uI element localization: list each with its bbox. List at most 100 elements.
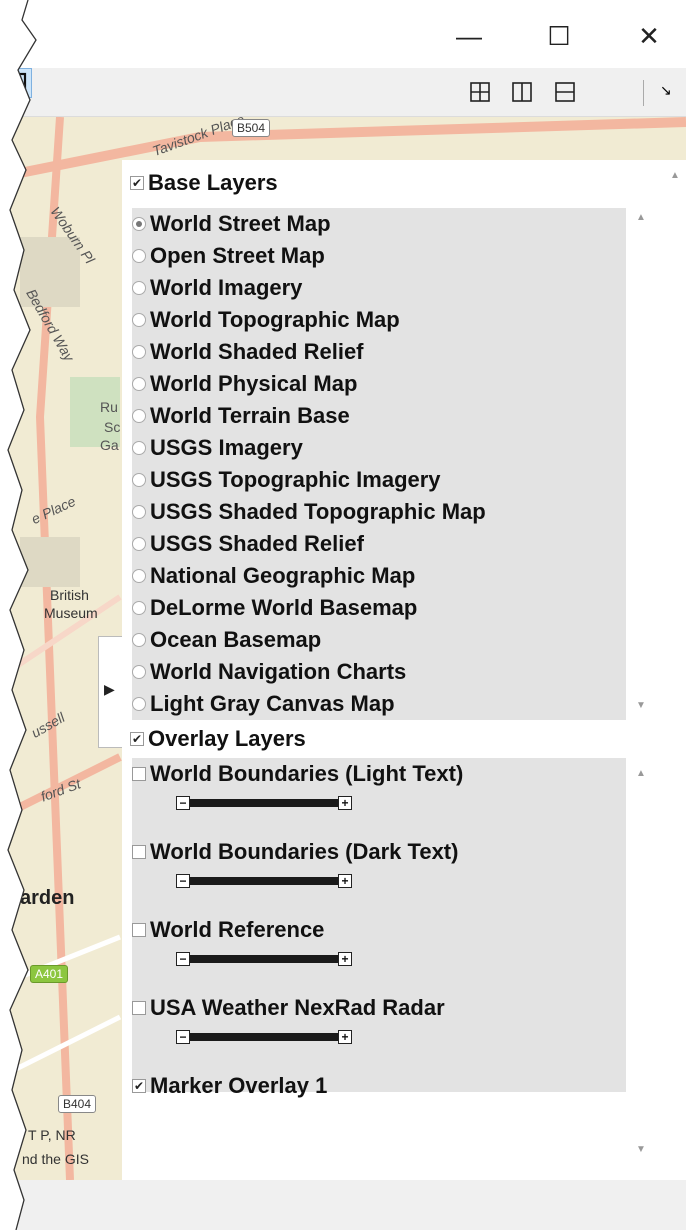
close-button[interactable]: ✕: [626, 14, 672, 58]
overlay-layer-row[interactable]: World Boundaries (Dark Text): [132, 836, 626, 868]
base-layer-option[interactable]: National Geographic Map: [132, 560, 626, 592]
opacity-slider[interactable]: − +: [176, 1028, 352, 1046]
minimize-button[interactable]: —: [446, 14, 492, 58]
overlay-checkbox[interactable]: [132, 767, 146, 781]
map-place-label: Ru: [100, 399, 118, 415]
opacity-decrease-button[interactable]: −: [176, 1030, 190, 1044]
scroll-up-icon[interactable]: ▲: [670, 170, 680, 181]
layout-toolbar: ↘: [0, 68, 686, 117]
base-layer-label: World Physical Map: [150, 371, 358, 396]
radio-button[interactable]: [132, 345, 146, 359]
overlay-layer-label: World Reference: [150, 917, 325, 942]
overlay-layers-checkbox[interactable]: ✔: [130, 732, 144, 746]
base-layer-label: Light Gray Canvas Map: [150, 691, 395, 716]
base-layer-option[interactable]: USGS Shaded Relief: [132, 528, 626, 560]
base-layer-option[interactable]: World Shaded Relief: [132, 336, 626, 368]
base-layer-option[interactable]: DeLorme World Basemap: [132, 592, 626, 624]
base-list-scroll-down-icon[interactable]: ▼: [636, 700, 646, 711]
radio-selected[interactable]: [132, 217, 146, 231]
overlay-layer-row[interactable]: USA Weather NexRad Radar: [132, 992, 626, 1024]
base-layer-option[interactable]: World Street Map: [132, 208, 626, 240]
overlay-checkbox[interactable]: [132, 845, 146, 859]
radio-button[interactable]: [132, 665, 146, 679]
overlay-layer-row[interactable]: World Boundaries (Light Text): [132, 758, 626, 790]
base-layer-label: World Imagery: [150, 275, 303, 300]
base-layer-label: World Navigation Charts: [150, 659, 407, 684]
base-layer-option[interactable]: World Topographic Map: [132, 304, 626, 336]
base-layers-checkbox[interactable]: ✔: [130, 176, 144, 190]
opacity-increase-button[interactable]: +: [338, 1030, 352, 1044]
overlay-checkbox[interactable]: [132, 923, 146, 937]
base-layer-option[interactable]: Ocean Basemap: [132, 624, 626, 656]
base-layer-option[interactable]: World Imagery: [132, 272, 626, 304]
radio-button[interactable]: [132, 409, 146, 423]
opacity-track[interactable]: [190, 877, 338, 885]
radio-button[interactable]: [132, 473, 146, 487]
layout-rows-icon[interactable]: [553, 80, 577, 104]
radio-button[interactable]: [132, 249, 146, 263]
layer-panel-collapse-button[interactable]: ▶: [98, 636, 122, 748]
radio-button[interactable]: [132, 505, 146, 519]
radio-button[interactable]: [132, 697, 146, 711]
overlay-layer-row[interactable]: ✔ Marker Overlay 1: [132, 1070, 626, 1102]
maximize-button[interactable]: ☐: [536, 14, 582, 58]
map-place-label: Ga: [100, 437, 119, 453]
opacity-slider[interactable]: − +: [176, 794, 352, 812]
overlay-layer-list: World Boundaries (Light Text) − + World …: [132, 758, 626, 1098]
overlay-layer-label: Marker Overlay 1: [150, 1073, 328, 1098]
overlay-layers-header[interactable]: ✔ Overlay Layers: [130, 722, 660, 756]
opacity-decrease-button[interactable]: −: [176, 874, 190, 888]
radio-button[interactable]: [132, 601, 146, 615]
base-layer-option[interactable]: USGS Imagery: [132, 432, 626, 464]
radio-button[interactable]: [132, 313, 146, 327]
base-layer-label: USGS Shaded Relief: [150, 531, 364, 556]
base-layer-label: World Topographic Map: [150, 307, 400, 332]
opacity-track[interactable]: [190, 1033, 338, 1041]
undock-icon[interactable]: ↘: [660, 82, 672, 99]
overlay-list-scroll-up-icon[interactable]: ▲: [636, 768, 646, 779]
overlay-layer-row[interactable]: World Reference: [132, 914, 626, 946]
map-place-label: British: [50, 587, 89, 603]
base-layers-title: Base Layers: [148, 170, 278, 195]
base-layer-label: DeLorme World Basemap: [150, 595, 418, 620]
radio-button[interactable]: [132, 281, 146, 295]
base-layer-label: World Shaded Relief: [150, 339, 364, 364]
opacity-slider[interactable]: − +: [176, 872, 352, 890]
overlay-layer-item: World Boundaries (Light Text) − +: [132, 758, 626, 836]
base-layer-option[interactable]: USGS Shaded Topographic Map: [132, 496, 626, 528]
base-layer-option[interactable]: Light Gray Canvas Map: [132, 688, 626, 720]
overlay-checkbox[interactable]: ✔: [132, 1079, 146, 1093]
opacity-decrease-button[interactable]: −: [176, 796, 190, 810]
base-layers-header[interactable]: ✔ Base Layers: [130, 166, 660, 200]
layout-columns-icon[interactable]: [510, 80, 534, 104]
radio-button[interactable]: [132, 537, 146, 551]
base-layer-label: Ocean Basemap: [150, 627, 322, 652]
base-layer-option[interactable]: World Navigation Charts: [132, 656, 626, 688]
opacity-decrease-button[interactable]: −: [176, 952, 190, 966]
opacity-increase-button[interactable]: +: [338, 952, 352, 966]
base-layer-label: Open Street Map: [150, 243, 325, 268]
opacity-track[interactable]: [190, 799, 338, 807]
overlay-layers-title: Overlay Layers: [148, 726, 306, 751]
radio-button[interactable]: [132, 441, 146, 455]
layout-grid-icon[interactable]: [468, 80, 492, 104]
overlay-list-scroll-down-icon[interactable]: ▼: [636, 1144, 646, 1155]
base-layer-option[interactable]: World Physical Map: [132, 368, 626, 400]
base-list-scroll-up-icon[interactable]: ▲: [636, 212, 646, 223]
opacity-increase-button[interactable]: +: [338, 874, 352, 888]
radio-button[interactable]: [132, 569, 146, 583]
base-layer-label: World Terrain Base: [150, 403, 350, 428]
base-layer-label: USGS Imagery: [150, 435, 303, 460]
overlay-layer-item: USA Weather NexRad Radar − +: [132, 992, 626, 1070]
opacity-slider[interactable]: − +: [176, 950, 352, 968]
torn-edge-decoration: [0, 0, 37, 1230]
overlay-checkbox[interactable]: [132, 1001, 146, 1015]
base-layer-list: World Street Map Open Street Map World I…: [132, 208, 626, 720]
opacity-increase-button[interactable]: +: [338, 796, 352, 810]
radio-button[interactable]: [132, 377, 146, 391]
base-layer-option[interactable]: World Terrain Base: [132, 400, 626, 432]
opacity-track[interactable]: [190, 955, 338, 963]
base-layer-option[interactable]: Open Street Map: [132, 240, 626, 272]
base-layer-option[interactable]: USGS Topographic Imagery: [132, 464, 626, 496]
radio-button[interactable]: [132, 633, 146, 647]
